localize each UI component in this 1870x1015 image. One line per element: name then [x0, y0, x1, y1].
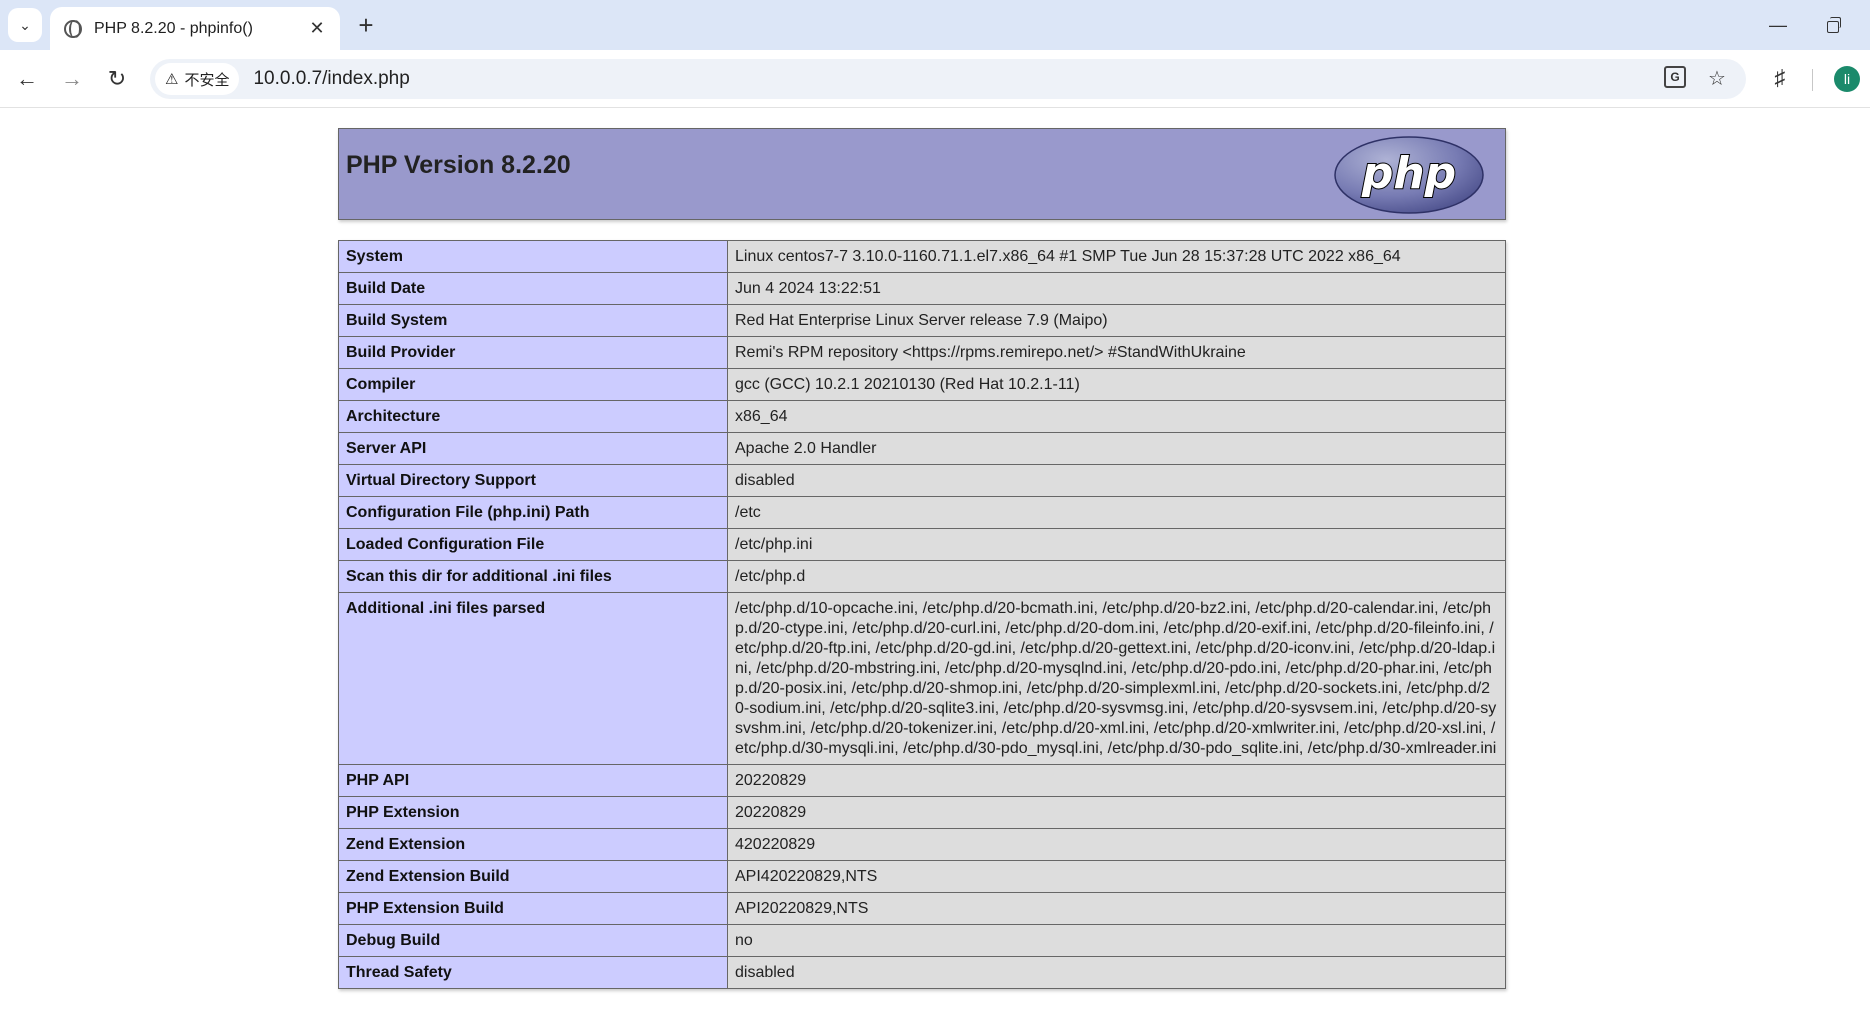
page-title: PHP Version 8.2.20 — [346, 151, 571, 179]
extensions-icon[interactable]: ♯ — [1767, 65, 1793, 91]
row-key: Thread Safety — [338, 956, 728, 989]
restore-icon — [1827, 17, 1841, 33]
row-key: Zend Extension Build — [338, 860, 728, 893]
row-value: Remi's RPM repository <https://rpms.remi… — [727, 336, 1506, 369]
table-row: Build Provider Remi's RPM repository <htt… — [338, 336, 1506, 369]
close-icon[interactable]: ✕ — [306, 18, 328, 39]
address-bar[interactable]: ⚠ 不安全 10.0.0.7/index.php G ☆ — [150, 59, 1746, 99]
warning-icon: ⚠ — [165, 71, 179, 88]
row-key: Additional .ini files parsed — [338, 592, 728, 765]
row-value: no — [727, 924, 1506, 957]
row-key: Configuration File (php.ini) Path — [338, 496, 728, 529]
row-value: API420220829,NTS — [727, 860, 1506, 893]
tab-strip: ⌄ PHP 8.2.20 - phpinfo() ✕ + — — [0, 0, 1870, 50]
row-key: Build Date — [338, 272, 728, 305]
row-key: Scan this dir for additional .ini files — [338, 560, 728, 593]
row-value: Jun 4 2024 13:22:51 — [727, 272, 1506, 305]
browser-tab[interactable]: PHP 8.2.20 - phpinfo() ✕ — [50, 7, 340, 50]
browser-toolbar: ← → ↻ ⚠ 不安全 10.0.0.7/index.php G ☆ ♯ li — [0, 50, 1870, 108]
row-key: Zend Extension — [338, 828, 728, 861]
table-row: Architecture x86_64 — [338, 400, 1506, 433]
row-value: disabled — [727, 956, 1506, 989]
forward-button[interactable]: → — [57, 64, 87, 94]
row-key: Build Provider — [338, 336, 728, 369]
table-row: System Linux centos7-7 3.10.0-1160.71.1.e… — [338, 240, 1506, 273]
table-row: Scan this dir for additional .ini files /… — [338, 560, 1506, 593]
table-row: PHP Extension 20220829 — [338, 796, 1506, 829]
row-value: x86_64 — [727, 400, 1506, 433]
table-row: Configuration File (php.ini) Path/etc — [338, 496, 1506, 529]
php-logo[interactable]: php — [1333, 135, 1485, 215]
row-key: Loaded Configuration File — [338, 528, 728, 561]
row-key: Build System — [338, 304, 728, 337]
table-row: Zend Extension 420220829 — [338, 828, 1506, 861]
table-row: Server API Apache 2.0 Handler — [338, 432, 1506, 465]
tab-search-button[interactable]: ⌄ — [8, 8, 42, 42]
php-logo-text: php — [1361, 148, 1456, 199]
row-value: 20220829 — [727, 796, 1506, 829]
row-key: Architecture — [338, 400, 728, 433]
row-key: Debug Build — [338, 924, 728, 957]
row-key: Server API — [338, 432, 728, 465]
profile-avatar[interactable]: li — [1834, 66, 1860, 92]
page-content: PHP Version 8.2.20 php System Linux cento… — [0, 109, 1870, 1015]
reload-button[interactable]: ↻ — [102, 64, 132, 94]
php-version-header: PHP Version 8.2.20 php — [338, 128, 1506, 220]
table-row: Thread Safety disabled — [338, 956, 1506, 989]
globe-icon — [64, 19, 82, 38]
row-value: /etc/php.d — [727, 560, 1506, 593]
minimize-button[interactable]: — — [1763, 10, 1793, 40]
chevron-down-icon: ⌄ — [19, 16, 31, 33]
tab-title: PHP 8.2.20 - phpinfo() — [94, 19, 253, 37]
bookmark-star-icon[interactable]: ☆ — [1704, 66, 1730, 92]
table-row: Zend Extension Build API420220829,NTS — [338, 860, 1506, 893]
url-text[interactable]: 10.0.0.7/index.php — [253, 68, 409, 90]
row-key: PHP Extension Build — [338, 892, 728, 925]
row-key: PHP API — [338, 764, 728, 797]
translate-button[interactable]: G — [1664, 66, 1690, 92]
row-key: Compiler — [338, 368, 728, 401]
php-info-table: System Linux centos7-7 3.10.0-1160.71.1.e… — [338, 240, 1506, 989]
table-row: Virtual Directory Support disabled — [338, 464, 1506, 497]
row-value: 420220829 — [727, 828, 1506, 861]
row-value: /etc — [727, 496, 1506, 529]
row-key: System — [338, 240, 728, 273]
table-row: Compiler gcc (GCC) 10.2.1 20210130 (Red H… — [338, 368, 1506, 401]
table-row: Loaded Configuration File/etc/php.ini — [338, 528, 1506, 561]
row-value: Red Hat Enterprise Linux Server release … — [727, 304, 1506, 337]
row-value: gcc (GCC) 10.2.1 20210130 (Red Hat 10.2.… — [727, 368, 1506, 401]
row-key: Virtual Directory Support — [338, 464, 728, 497]
row-value: /etc/php.d/10-opcache.ini, /etc/php.d/20… — [727, 592, 1506, 765]
table-row: Additional .ini files parsed/etc/php.d/1… — [338, 592, 1506, 765]
table-row: Build System Red Hat Enterprise Linux Ser… — [338, 304, 1506, 337]
table-row: PHP API 20220829 — [338, 764, 1506, 797]
row-value: 20220829 — [727, 764, 1506, 797]
security-indicator[interactable]: ⚠ 不安全 — [155, 63, 240, 95]
new-tab-button[interactable]: + — [352, 12, 380, 40]
table-row: Build Date Jun 4 2024 13:22:51 — [338, 272, 1506, 305]
phpinfo-container: PHP Version 8.2.20 php System Linux cento… — [338, 128, 1506, 989]
row-value: API20220829,NTS — [727, 892, 1506, 925]
row-value: disabled — [727, 464, 1506, 497]
toolbar-divider — [1812, 69, 1813, 91]
translate-icon: G — [1664, 66, 1686, 88]
table-row: Debug Build no — [338, 924, 1506, 957]
row-value: Linux centos7-7 3.10.0-1160.71.1.el7.x86… — [727, 240, 1506, 273]
restore-button[interactable] — [1818, 10, 1848, 40]
row-value: /etc/php.ini — [727, 528, 1506, 561]
back-button[interactable]: ← — [12, 64, 42, 94]
row-value: Apache 2.0 Handler — [727, 432, 1506, 465]
table-row: PHP Extension Build API20220829,NTS — [338, 892, 1506, 925]
security-label: 不安全 — [184, 71, 230, 89]
row-key: PHP Extension — [338, 796, 728, 829]
